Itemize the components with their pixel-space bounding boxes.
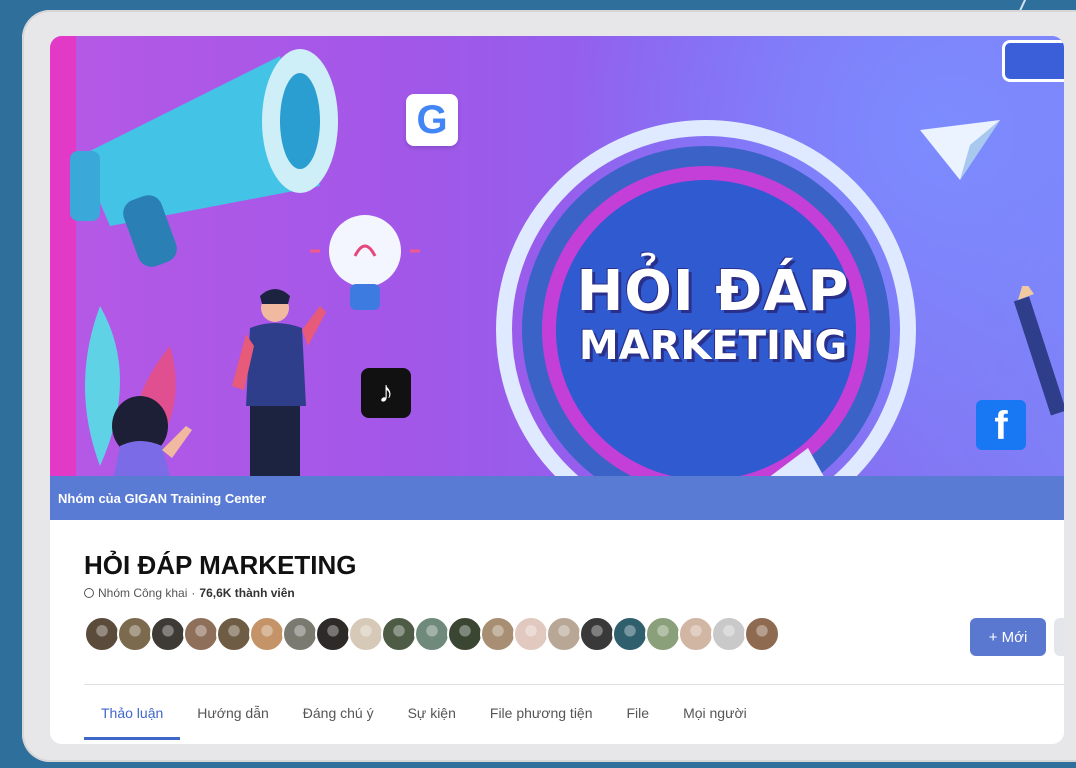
member-avatar[interactable] xyxy=(84,616,120,652)
member-avatars[interactable] xyxy=(84,616,780,652)
member-avatar[interactable] xyxy=(216,616,252,652)
more-button[interactable] xyxy=(1054,618,1064,656)
member-avatar[interactable] xyxy=(315,616,351,652)
tab-item[interactable]: Hướng dẫn xyxy=(180,688,285,738)
member-avatar[interactable] xyxy=(282,616,318,652)
meta-separator: · xyxy=(191,586,196,600)
group-owner-label: Nhóm của GIGAN Training Center xyxy=(58,490,267,506)
group-privacy[interactable]: Nhóm Công khai xyxy=(98,586,187,600)
group-meta: Nhóm Công khai · 76,6K thành viên xyxy=(84,586,295,600)
tab-item[interactable]: Sự kiện xyxy=(391,688,473,738)
tab-item[interactable]: File phương tiện xyxy=(473,688,610,738)
group-member-count[interactable]: 76,6K thành viên xyxy=(199,586,294,600)
woman-illustration xyxy=(112,396,192,476)
member-avatar[interactable] xyxy=(117,616,153,652)
member-avatar[interactable] xyxy=(447,616,483,652)
member-avatar[interactable] xyxy=(480,616,516,652)
tablet-screen: HỎI ĐÁP MARKETING G ♪ f Nhóm của GIGAN T… xyxy=(50,36,1064,744)
tiktok-logo-icon: ♪ xyxy=(361,368,411,418)
group-tabs: Thảo luận Hướng dẫn Đáng chú ý Sự kiện File … xyxy=(84,688,764,740)
group-owner-bar: Nhóm của GIGAN Training Center xyxy=(50,476,1064,520)
member-avatar[interactable] xyxy=(546,616,582,652)
group-name: HỎI ĐÁP MARKETING xyxy=(84,550,357,580)
cover-title-line2: MARKETING xyxy=(578,323,848,369)
member-avatar[interactable] xyxy=(414,616,450,652)
group-cover-photo: HỎI ĐÁP MARKETING G ♪ f xyxy=(50,36,1064,538)
member-avatar[interactable] xyxy=(150,616,186,652)
member-avatar[interactable] xyxy=(381,616,417,652)
member-avatar[interactable] xyxy=(612,616,648,652)
member-avatar[interactable] xyxy=(579,616,615,652)
globe-icon xyxy=(84,588,94,598)
tab-item[interactable]: Thảo luận xyxy=(84,688,181,740)
tab-item[interactable]: Mọi người xyxy=(666,688,764,738)
google-logo-icon: G xyxy=(406,94,458,146)
cover-title-art: HỎI ĐÁP MARKETING xyxy=(528,262,898,370)
section-divider xyxy=(84,684,1064,685)
member-avatar[interactable] xyxy=(678,616,714,652)
tab-item[interactable]: Đáng chú ý xyxy=(286,688,391,738)
presenter-illustration xyxy=(232,289,326,476)
member-avatar[interactable] xyxy=(249,616,285,652)
member-avatar[interactable] xyxy=(348,616,384,652)
member-avatar[interactable] xyxy=(711,616,747,652)
tab-item[interactable]: File xyxy=(610,688,667,738)
group-info-section: HỎI ĐÁP MARKETING Nhóm Công khai · 76,6K… xyxy=(50,520,1064,744)
member-avatar[interactable] xyxy=(744,616,780,652)
member-avatar[interactable] xyxy=(183,616,219,652)
member-avatar[interactable] xyxy=(645,616,681,652)
new-post-button[interactable]: + Mới xyxy=(970,618,1046,656)
member-avatar[interactable] xyxy=(513,616,549,652)
facebook-logo-icon: f xyxy=(976,400,1026,450)
cover-edit-button[interactable] xyxy=(1002,40,1064,82)
cover-title-line1: HỎI ĐÁP xyxy=(576,259,850,324)
